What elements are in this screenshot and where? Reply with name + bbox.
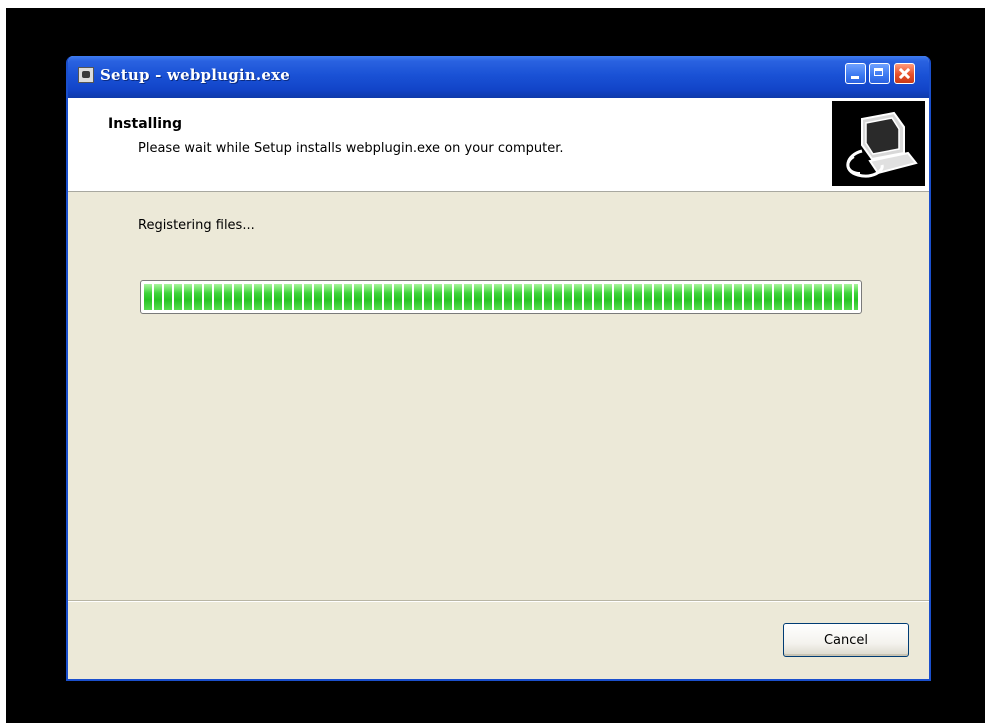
close-button[interactable]	[894, 63, 915, 84]
wizard-header: Installing Please wait while Setup insta…	[68, 98, 929, 192]
setup-window: Setup - webplugin.exe Installing Please …	[66, 56, 931, 681]
title-bar[interactable]: Setup - webplugin.exe	[68, 56, 929, 98]
minimize-button[interactable]	[845, 63, 866, 84]
computer-install-icon	[832, 101, 925, 186]
window-title: Setup - webplugin.exe	[100, 66, 290, 84]
page-subtitle: Please wait while Setup installs webplug…	[138, 141, 564, 156]
setup-app-icon	[78, 67, 94, 83]
maximize-button[interactable]	[869, 63, 890, 84]
page-title: Installing	[108, 116, 183, 132]
footer-divider	[68, 600, 929, 602]
cancel-button[interactable]: Cancel	[783, 623, 909, 657]
progress-bar	[140, 280, 862, 314]
status-text: Registering files...	[138, 218, 255, 233]
progress-bar-fill	[144, 284, 858, 310]
